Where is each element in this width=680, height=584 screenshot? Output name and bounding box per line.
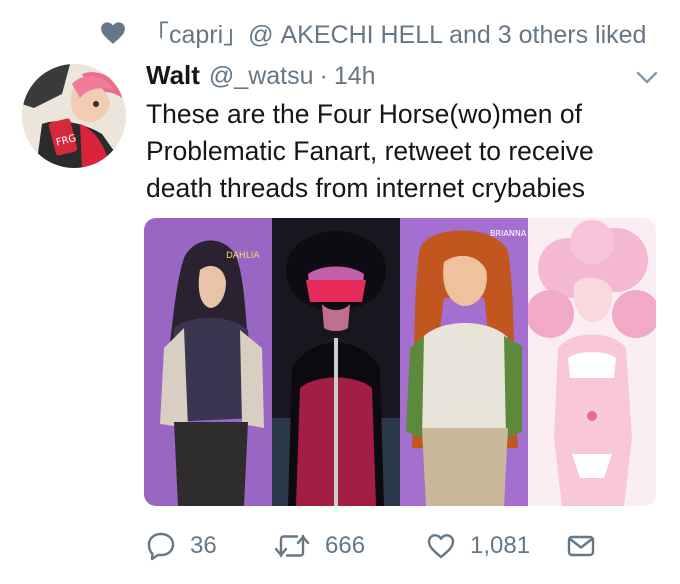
header-separator: · [319,62,328,90]
like-count: 1,081 [470,532,531,559]
media-artist-label-2: BRIANNA [490,229,527,238]
envelope-icon [567,535,595,557]
chevron-down-icon[interactable] [636,70,658,86]
media-panel-3[interactable]: BRIANNA [400,218,528,506]
media-artist-label-1: DAHLIA [226,251,260,261]
reply-icon [147,532,175,561]
retweet-icon [274,534,310,558]
like-button[interactable]: 1,081 [426,526,530,566]
tweet-timestamp[interactable]: 14h [334,62,376,91]
media-panel-4[interactable] [528,218,656,506]
reply-count: 36 [190,532,217,559]
retweet-button[interactable]: 666 [273,526,365,566]
heart-icon [100,21,126,45]
retweet-count: 666 [325,532,366,559]
social-context-text: 「capri」@ AKECHI HELL and 3 others liked [144,21,647,49]
avatar[interactable]: FRG [22,64,126,168]
media-panel-1[interactable]: DAHLIA [144,218,272,506]
like-heart-icon [427,534,455,559]
direct-message-button[interactable] [566,526,596,566]
tweet-actions: 36 666 1,081 [146,526,646,566]
tweet-media[interactable]: DAHLIA BRIANNA [144,218,656,506]
tweet-text: These are the Four Horse(wo)men of Probl… [146,99,594,203]
author-handle[interactable]: @_watsu [209,62,314,91]
reply-button[interactable]: 36 [146,526,217,566]
media-panel-2[interactable] [272,218,400,506]
author-name[interactable]: Walt [146,60,200,91]
social-context[interactable]: 「capri」@ AKECHI HELL and 3 others liked [100,16,646,50]
tweet-header: Walt @_watsu · 14h [146,60,376,96]
